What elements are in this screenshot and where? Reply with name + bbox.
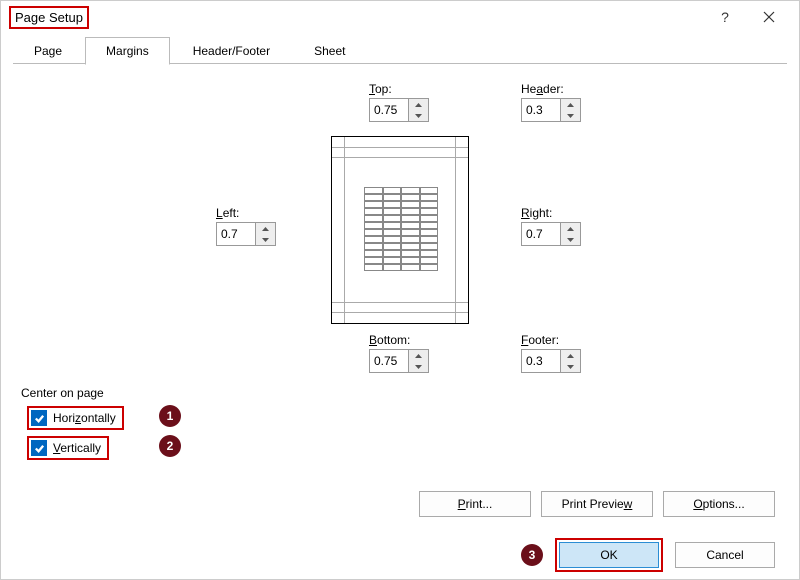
header-margin-group: Header: <box>521 82 581 122</box>
page-setup-dialog: Page Setup ? Page Margins Header/Footer … <box>0 0 800 580</box>
close-icon <box>763 11 775 23</box>
bottom-label: Bottom: <box>369 333 429 347</box>
top-margin-group: Top: <box>369 82 429 122</box>
header-spinner[interactable] <box>521 98 581 122</box>
spin-down-icon[interactable] <box>256 234 275 245</box>
bottom-spinner[interactable] <box>369 349 429 373</box>
right-input[interactable] <box>522 223 560 245</box>
spin-up-icon[interactable] <box>256 223 275 234</box>
checkbox-vertically[interactable] <box>31 440 47 456</box>
preview-table-icon <box>364 187 438 271</box>
spin-down-icon[interactable] <box>409 361 428 372</box>
options-button[interactable]: Options... <box>663 491 775 517</box>
footer-spinner[interactable] <box>521 349 581 373</box>
bottom-margin-group: Bottom: <box>369 333 429 373</box>
top-spinner[interactable] <box>369 98 429 122</box>
header-label: Header: <box>521 82 581 96</box>
ok-button[interactable]: OK <box>559 542 659 568</box>
footer-margin-group: Footer: <box>521 333 581 373</box>
page-preview <box>331 136 469 324</box>
spin-up-icon[interactable] <box>409 99 428 110</box>
footer-label: Footer: <box>521 333 581 347</box>
left-label: Left: <box>216 206 276 220</box>
spin-down-icon[interactable] <box>561 234 580 245</box>
left-input[interactable] <box>217 223 255 245</box>
center-vertically-row[interactable]: Vertically <box>27 436 109 460</box>
spin-down-icon[interactable] <box>561 110 580 121</box>
spin-up-icon[interactable] <box>561 223 580 234</box>
close-button[interactable] <box>747 2 791 32</box>
tab-bar: Page Margins Header/Footer Sheet <box>1 33 799 66</box>
horizontally-label: Horizontally <box>53 411 116 425</box>
center-on-page-label: Center on page <box>21 386 104 400</box>
right-margin-group: Right: <box>521 206 581 246</box>
spin-up-icon[interactable] <box>409 350 428 361</box>
spin-up-icon[interactable] <box>561 350 580 361</box>
vertically-label: Vertically <box>53 441 101 455</box>
spin-down-icon[interactable] <box>561 361 580 372</box>
left-spinner[interactable] <box>216 222 276 246</box>
left-margin-group: Left: <box>216 206 276 246</box>
header-input[interactable] <box>522 99 560 121</box>
annotation-badge-2: 2 <box>159 435 181 457</box>
annotation-badge-1: 1 <box>159 405 181 427</box>
top-input[interactable] <box>370 99 408 121</box>
annotation-badge-3: 3 <box>521 544 543 566</box>
spin-down-icon[interactable] <box>409 110 428 121</box>
titlebar: Page Setup ? <box>1 1 799 33</box>
center-horizontally-row[interactable]: Horizontally <box>27 406 124 430</box>
bottom-input[interactable] <box>370 350 408 372</box>
spin-up-icon[interactable] <box>561 99 580 110</box>
tab-header-footer[interactable]: Header/Footer <box>172 37 291 65</box>
right-spinner[interactable] <box>521 222 581 246</box>
right-label: Right: <box>521 206 581 220</box>
tab-sheet[interactable]: Sheet <box>293 37 366 65</box>
print-preview-button[interactable]: Print Preview <box>541 491 653 517</box>
help-button[interactable]: ? <box>703 2 747 32</box>
print-button[interactable]: Print... <box>419 491 531 517</box>
dialog-title: Page Setup <box>9 6 89 29</box>
checkbox-horizontally[interactable] <box>31 410 47 426</box>
check-icon <box>34 413 45 424</box>
check-icon <box>34 443 45 454</box>
footer-input[interactable] <box>522 350 560 372</box>
cancel-button[interactable]: Cancel <box>675 542 775 568</box>
tab-page[interactable]: Page <box>13 37 83 65</box>
top-label: Top: <box>369 82 429 96</box>
tab-margins[interactable]: Margins <box>85 37 170 65</box>
